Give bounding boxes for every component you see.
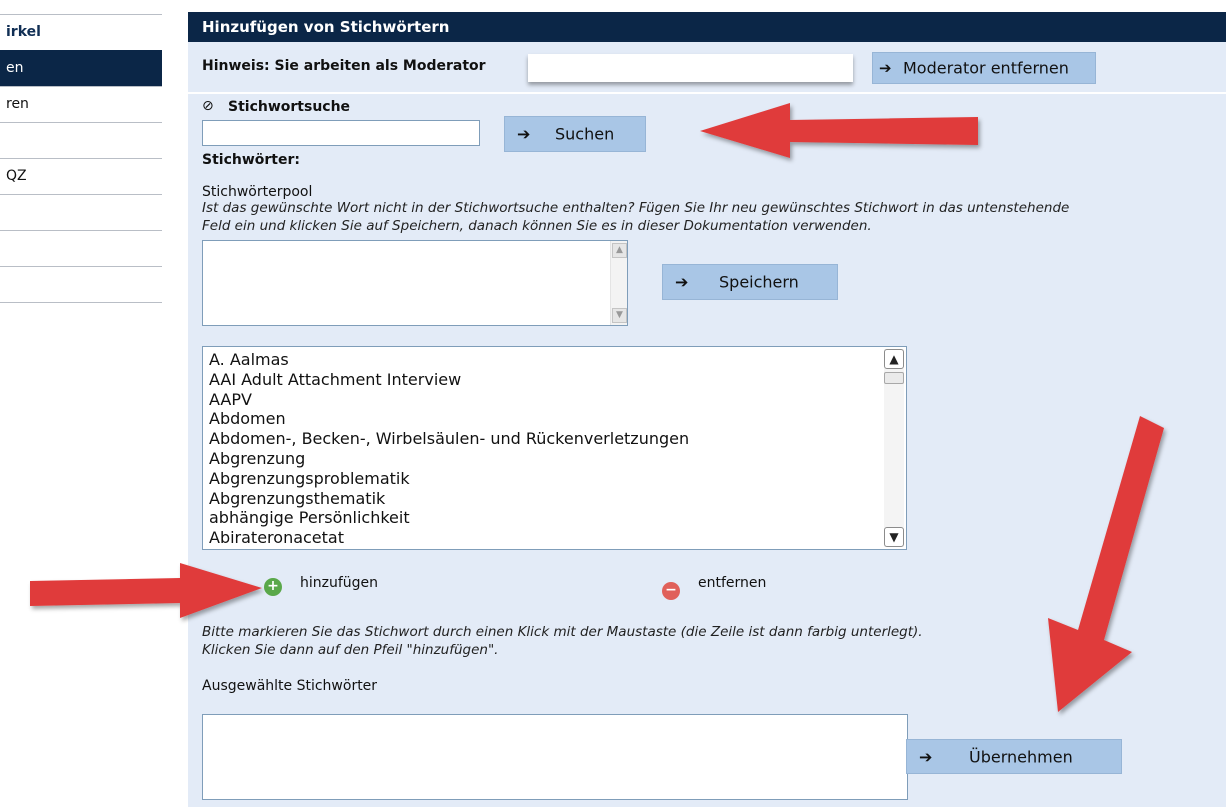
annotation-arrow-add <box>30 563 262 618</box>
annotation-arrows <box>30 103 1164 712</box>
annotation-arrow-search <box>700 103 978 158</box>
annotation-arrow-apply <box>1048 416 1164 712</box>
